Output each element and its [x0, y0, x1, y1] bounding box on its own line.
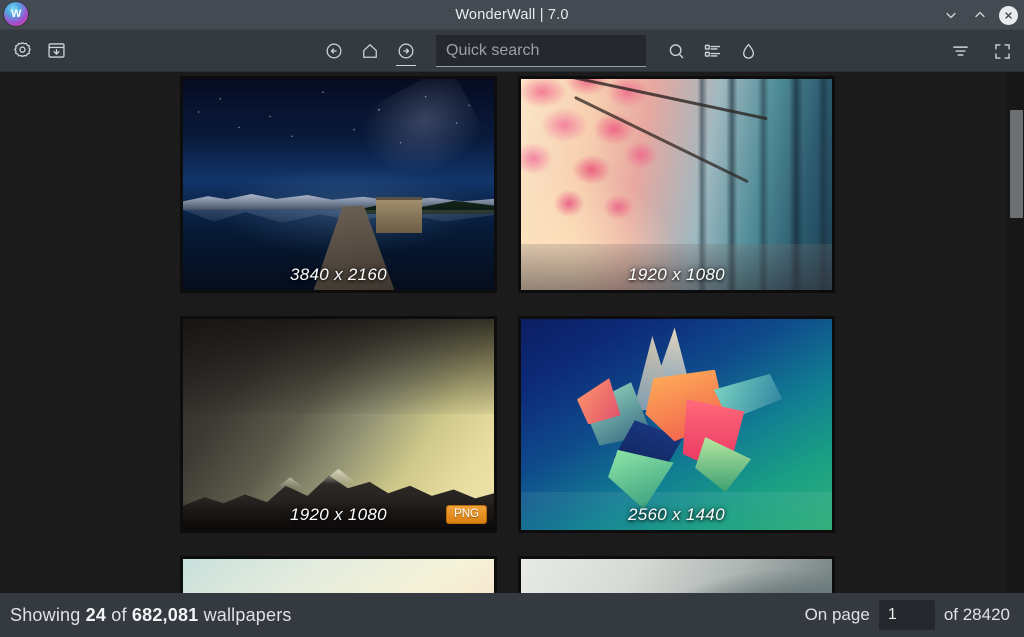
wallpaper-image — [183, 559, 494, 593]
fullscreen-icon[interactable] — [990, 39, 1014, 63]
archive-download-icon[interactable] — [44, 39, 68, 63]
page-number-input[interactable] — [878, 600, 935, 630]
wallpaper-thumbnail[interactable]: 1920 x 1080 — [518, 76, 835, 293]
categories-list-icon[interactable] — [700, 39, 724, 63]
window-controls — [941, 0, 1018, 30]
wallpaper-image — [521, 319, 832, 530]
page-total-label: of 28420 — [943, 605, 1010, 624]
wallpaper-thumbnail[interactable]: 2560 x 1440 — [518, 316, 835, 533]
wallpaper-thumbnail[interactable] — [518, 556, 835, 593]
showing-count-text: Showing 24 of 682,081 wallpapers — [10, 605, 292, 626]
color-droplet-icon[interactable] — [736, 39, 760, 63]
status-bar: Showing 24 of 682,081 wallpapers On page… — [0, 593, 1024, 637]
wallpaper-thumbnail[interactable]: 3840 x 2160 — [180, 76, 497, 293]
showing-of: of — [111, 604, 127, 625]
title-bar: W WonderWall | 7.0 — [0, 0, 1024, 30]
wallpaper-image — [521, 559, 832, 593]
toolbar-left-group — [0, 39, 68, 63]
window-title: WonderWall | 7.0 — [455, 6, 569, 23]
showing-count: 24 — [85, 604, 107, 625]
vertical-scrollbar[interactable] — [1006, 72, 1024, 593]
forward-icon[interactable] — [394, 39, 418, 66]
settings-icon[interactable] — [10, 39, 34, 63]
showing-prefix: Showing — [10, 604, 81, 625]
app-logo-letter: W — [11, 7, 21, 20]
app-logo-icon: W — [4, 2, 28, 26]
search-input[interactable] — [436, 35, 646, 67]
wallpaper-thumbnail[interactable]: 1920 x 1080 PNG — [180, 316, 497, 533]
scrollbar-thumb[interactable] — [1010, 110, 1023, 218]
main-toolbar — [0, 30, 1024, 72]
wallpaper-image — [183, 319, 494, 530]
showing-suffix: wallpapers — [203, 604, 292, 625]
close-icon[interactable] — [999, 5, 1018, 25]
back-icon[interactable] — [322, 39, 346, 63]
wallpaper-image — [183, 79, 494, 290]
format-badge: PNG — [446, 504, 487, 524]
pagination-controls: On page of 28420 — [805, 600, 1010, 630]
wallpaper-thumbnail[interactable] — [180, 556, 497, 593]
gallery-content: 3840 x 2160 1920 x 1080 1920 x 1080 PNG … — [0, 72, 1024, 593]
toolbar-center-group — [322, 30, 760, 72]
search-icon[interactable] — [664, 39, 688, 63]
wallpaper-image — [521, 79, 832, 290]
wallpaper-grid: 3840 x 2160 1920 x 1080 1920 x 1080 PNG … — [180, 76, 835, 593]
home-icon[interactable] — [358, 39, 382, 63]
on-page-label: On page — [804, 605, 870, 624]
toolbar-right-group — [948, 30, 1014, 72]
maximize-icon[interactable] — [970, 6, 989, 25]
minimize-icon[interactable] — [941, 6, 960, 25]
total-count: 682,081 — [131, 604, 199, 625]
filter-icon[interactable] — [948, 39, 972, 63]
wonderwall-app-window: W WonderWall | 7.0 Quick search 3840 x 2… — [0, 0, 1024, 637]
